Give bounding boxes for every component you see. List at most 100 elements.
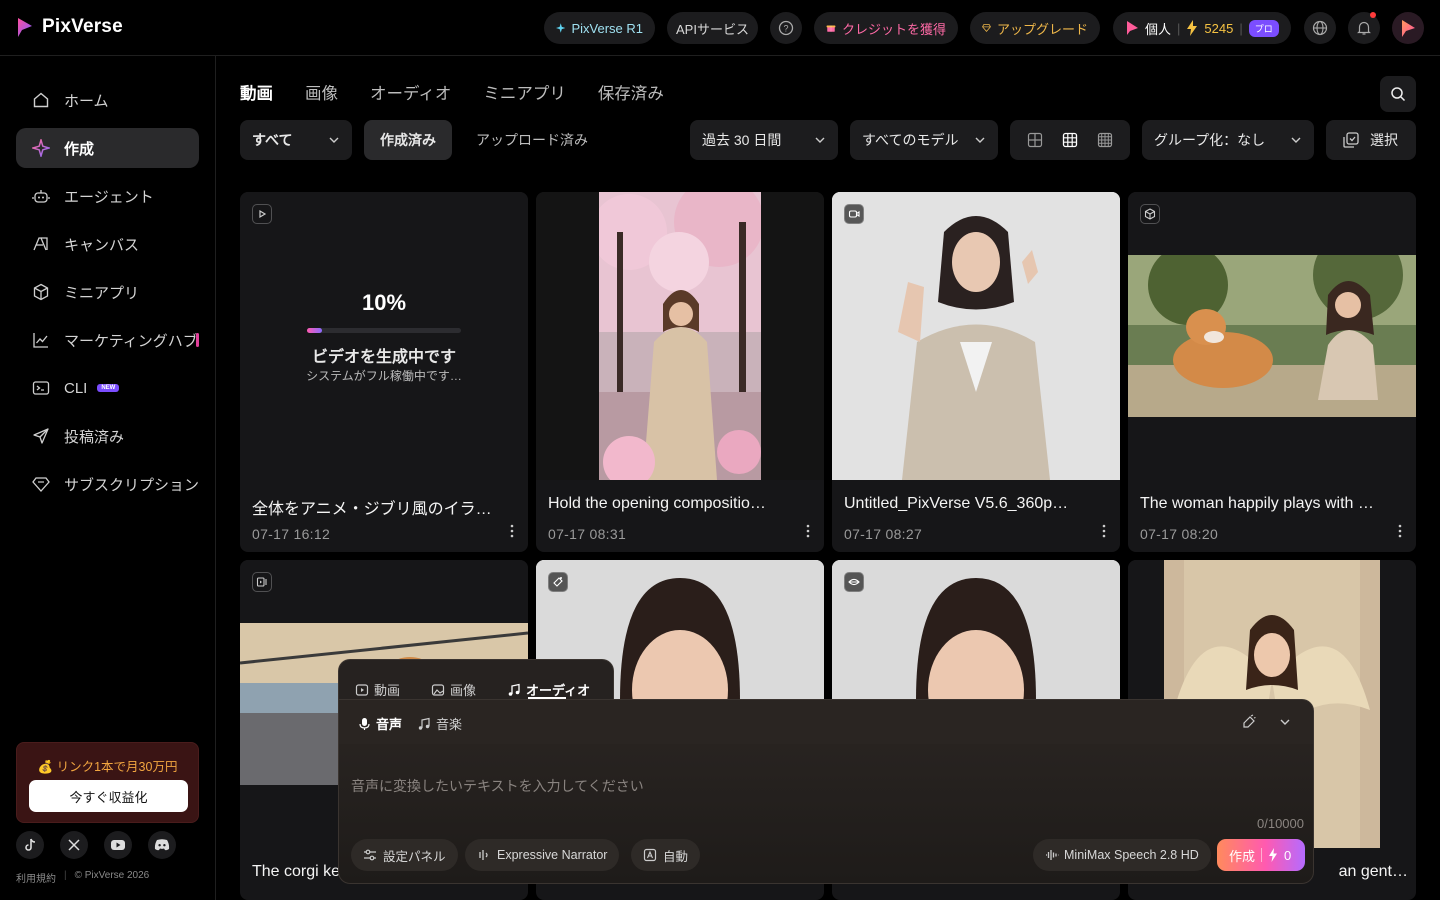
model-selector[interactable]: MiniMax Speech 2.8 HD — [1033, 839, 1211, 871]
search-button[interactable] — [1380, 76, 1416, 112]
card-thumbnail — [832, 192, 1120, 480]
diamond-icon — [982, 24, 991, 32]
tab-image[interactable]: 画像 — [305, 80, 338, 104]
sidebar-item-marketing-hub[interactable]: マーケティングハブ — [16, 320, 199, 360]
generation-card[interactable]: Untitled_PixVerse V5.6_360p… 07-17 08:27 — [832, 192, 1120, 552]
subtab-voice[interactable]: 音声 — [357, 714, 402, 733]
video-icon — [355, 683, 369, 696]
grid-size-toggle — [1010, 120, 1130, 160]
discord-link[interactable] — [148, 831, 176, 859]
sidebar-item-create[interactable]: 作成 — [16, 128, 199, 168]
lip-sync-type-icon — [844, 572, 864, 592]
logo[interactable]: PixVerse — [16, 16, 123, 38]
x-link[interactable] — [60, 831, 88, 859]
sidebar-item-subscription[interactable]: サブスクリプション — [16, 464, 199, 504]
youtube-link[interactable] — [104, 831, 132, 859]
composer-tab-video[interactable]: 動画 — [355, 680, 400, 699]
sidebar-item-mini-apps[interactable]: ミニアプリ — [16, 272, 199, 312]
clear-icon[interactable] — [1241, 714, 1257, 730]
svg-text:?: ? — [783, 24, 788, 34]
monetize-button[interactable]: 今すぐ収益化 — [29, 780, 188, 812]
terms-link[interactable]: 利用規約 — [16, 870, 56, 885]
sidebar-item-label: CLI — [64, 379, 88, 397]
filter-uploaded[interactable]: アップロード済み — [464, 120, 604, 160]
grid-small-icon[interactable] — [1097, 132, 1113, 148]
microphone-icon — [359, 717, 370, 730]
more-options-icon[interactable] — [1398, 524, 1402, 538]
more-options-icon[interactable] — [510, 524, 514, 538]
sidebar-item-agent[interactable]: エージェント — [16, 176, 199, 216]
edit-type-icon — [548, 572, 568, 592]
user-avatar[interactable] — [1392, 12, 1424, 44]
card-title: The woman happily plays with … — [1140, 495, 1374, 512]
sidebar-item-posted[interactable]: 投稿済み — [16, 416, 199, 456]
notification-dot — [1370, 12, 1376, 18]
grid-medium-icon[interactable] — [1062, 132, 1078, 148]
api-service-button[interactable]: APIサービス — [667, 12, 758, 44]
help-icon: ? — [778, 20, 794, 36]
auto-button[interactable]: 自動 — [631, 839, 701, 871]
diamond-icon — [32, 477, 50, 492]
select-button[interactable]: 選択 — [1326, 120, 1416, 160]
voice-icon — [479, 850, 488, 860]
sidebar-item-label: 作成 — [64, 140, 95, 158]
sliders-icon — [364, 849, 376, 861]
card-date: 07-17 08:31 — [548, 526, 627, 542]
language-button[interactable] — [1304, 12, 1336, 44]
scope-dropdown[interactable]: すべて — [240, 120, 352, 160]
sidebar-item-label: 投稿済み — [64, 428, 125, 446]
account-credits-pill[interactable]: 個人 | 5245 | プロ — [1113, 12, 1291, 44]
grid-large-icon[interactable] — [1027, 132, 1043, 148]
generation-card[interactable]: The woman happily plays with … 07-17 08:… — [1128, 192, 1416, 552]
tab-audio[interactable]: オーディオ — [370, 80, 451, 104]
create-button[interactable]: 作成 0 — [1217, 839, 1305, 871]
earn-credits-button[interactable]: クレジットを獲得 — [814, 12, 958, 44]
model-dropdown[interactable]: すべてのモデル — [850, 120, 998, 160]
sidebar-item-label: キャンバス — [64, 236, 140, 254]
bell-icon — [1357, 21, 1371, 35]
chevron-down-icon[interactable] — [1279, 716, 1291, 728]
tiktok-link[interactable] — [16, 831, 44, 859]
tab-mini-apps[interactable]: ミニアプリ — [483, 80, 566, 104]
youtube-icon — [111, 840, 125, 850]
sidebar-footer: 利用規約 | © PixVerse 2026 — [16, 870, 150, 885]
generation-card[interactable]: 10% ビデオを生成中です システムがフル稼働中です… 全体をアニメ・ジブリ風の… — [240, 192, 528, 552]
tab-saved[interactable]: 保存済み — [598, 80, 664, 104]
group-by-dropdown[interactable]: グループ化：なし — [1142, 120, 1314, 160]
generation-card[interactable]: Hold the opening compositio… 07-17 08:31 — [536, 192, 824, 552]
more-options-icon[interactable] — [806, 524, 810, 538]
credit-count: 5245 — [1204, 20, 1234, 36]
plan-badge: プロ — [1248, 19, 1279, 37]
model-value: すべてのモデル — [862, 132, 959, 148]
tab-video[interactable]: 動画 — [240, 80, 273, 104]
voice-selector[interactable]: Expressive Narrator — [465, 839, 620, 871]
upgrade-button[interactable]: アップグレード — [970, 12, 1100, 44]
pixverse-r1-button[interactable]: PixVerse R1 — [544, 12, 655, 44]
sidebar-item-label: エージェント — [64, 188, 154, 206]
tts-text-input[interactable]: 音声に変換したいテキストを入力してください — [351, 776, 644, 796]
composer-tab-image[interactable]: 画像 — [431, 680, 476, 699]
search-icon — [1391, 87, 1406, 102]
pixverse-r1-label: PixVerse R1 — [571, 20, 643, 36]
notifications-button[interactable] — [1348, 12, 1380, 44]
progress-substatus: システムがフル稼働中です… — [306, 369, 462, 383]
card-thumbnail — [536, 192, 824, 480]
subtab-music[interactable]: 音楽 — [417, 714, 462, 733]
sidebar-item-cli[interactable]: CLI NEW — [16, 368, 199, 408]
sidebar-item-canvas[interactable]: キャンバス — [16, 224, 199, 264]
cube-type-icon — [1140, 204, 1160, 224]
settings-panel-button[interactable]: 設定パネル — [351, 839, 458, 871]
more-options-icon[interactable] — [1102, 524, 1106, 538]
card-date: 07-17 08:20 — [1140, 526, 1219, 542]
help-button[interactable]: ? — [770, 12, 802, 44]
select-icon — [1343, 132, 1359, 148]
period-dropdown[interactable]: 過去 30 日間 — [690, 120, 838, 160]
filter-uploaded-label: アップロード済み — [476, 132, 588, 148]
sidebar-item-label: ミニアプリ — [64, 284, 140, 302]
promo-text: 💰 リンク1本で月30万円 — [37, 760, 178, 774]
filter-created[interactable]: 作成済み — [364, 120, 452, 160]
sidebar-item-home[interactable]: ホーム — [16, 80, 199, 120]
period-value: 過去 30 日間 — [702, 132, 782, 148]
marketing-indicator — [196, 333, 199, 347]
progress-status: ビデオを生成中です — [311, 349, 456, 366]
